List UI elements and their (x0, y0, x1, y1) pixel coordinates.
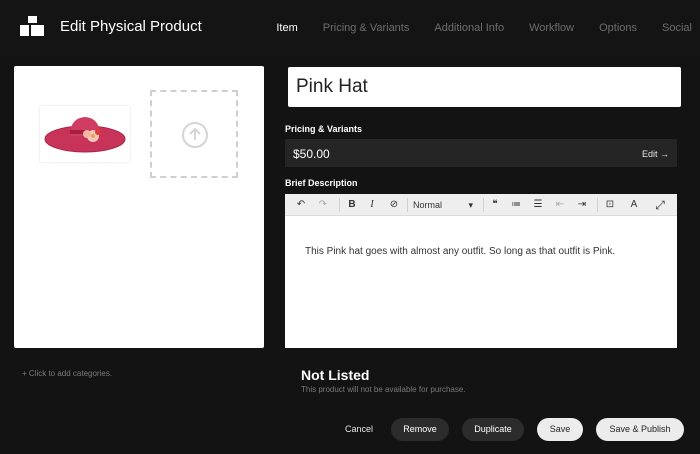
tab-workflow[interactable]: Workflow (529, 22, 574, 34)
tab-pricing-variants[interactable]: Pricing & Variants (323, 22, 410, 34)
upload-dropzone[interactable] (150, 90, 238, 178)
editor-toolbar: ↶ ↷ B I ⊘ Normal ▾ ❝ ≔ ☰ ⇤ ⇥ ⊡ A ⤢ (285, 194, 677, 216)
upload-arrow-icon (182, 122, 208, 148)
stacked-boxes-icon[interactable] (20, 16, 44, 36)
toolbar-divider (339, 198, 340, 212)
pink-hat-image (44, 117, 126, 153)
bold-icon[interactable]: B (345, 198, 359, 212)
font-size-icon[interactable]: A (627, 198, 641, 212)
save-publish-button[interactable]: Save & Publish (596, 418, 684, 441)
clear-format-icon[interactable]: ⊘ (387, 198, 401, 212)
duplicate-button[interactable]: Duplicate (462, 418, 524, 441)
ordered-list-icon[interactable]: ≔ (509, 198, 523, 212)
save-button[interactable]: Save (537, 418, 583, 441)
page-title: Edit Physical Product (60, 18, 202, 35)
toolbar-divider (597, 198, 598, 212)
description-editor: ↶ ↷ B I ⊘ Normal ▾ ❝ ≔ ☰ ⇤ ⇥ ⊡ A ⤢ This … (285, 194, 677, 348)
status-title: Not Listed (301, 367, 370, 383)
top-bar: Edit Physical Product Item Pricing & Var… (0, 0, 700, 56)
tab-social[interactable]: Social (662, 22, 692, 34)
pricing-label: Pricing & Variants (285, 124, 363, 134)
tab-additional-info[interactable]: Additional Info (434, 22, 504, 34)
tab-options[interactable]: Options (599, 22, 637, 34)
product-thumbnail[interactable] (40, 106, 130, 162)
undo-icon[interactable]: ↶ (293, 198, 309, 212)
media-panel (14, 66, 264, 348)
fullscreen-icon[interactable]: ⤢ (653, 198, 667, 212)
format-select[interactable]: Normal ▾ (413, 198, 477, 212)
remove-button[interactable]: Remove (391, 418, 449, 441)
format-select-value: Normal (413, 200, 443, 210)
chevron-down-icon: ▾ (468, 200, 473, 210)
toolbar-divider (483, 198, 484, 212)
tab-bar: Item Pricing & Variants Additional Info … (251, 22, 692, 34)
redo-icon[interactable]: ↷ (315, 198, 331, 212)
outdent-icon[interactable]: ⇤ (553, 198, 567, 212)
indent-icon[interactable]: ⇥ (575, 198, 589, 212)
status-description: This product will not be available for p… (301, 385, 466, 394)
unordered-list-icon[interactable]: ☰ (531, 198, 545, 212)
blockquote-icon[interactable]: ❝ (488, 198, 502, 212)
description-label: Brief Description (285, 178, 358, 188)
cancel-button[interactable]: Cancel (336, 418, 382, 441)
description-text[interactable]: This Pink hat goes with almost any outfi… (305, 246, 615, 257)
pricing-bar[interactable]: $50.00 Edit → (285, 139, 677, 167)
toolbar-divider (407, 198, 408, 212)
edit-pricing-button[interactable]: Edit → (642, 149, 669, 159)
add-categories-link[interactable]: + Click to add categories. (22, 369, 112, 378)
price-value: $50.00 (293, 147, 330, 161)
embed-icon[interactable]: ⊡ (603, 198, 617, 212)
product-name-input[interactable] (288, 67, 681, 107)
tab-item[interactable]: Item (276, 22, 297, 34)
italic-icon[interactable]: I (365, 198, 379, 212)
